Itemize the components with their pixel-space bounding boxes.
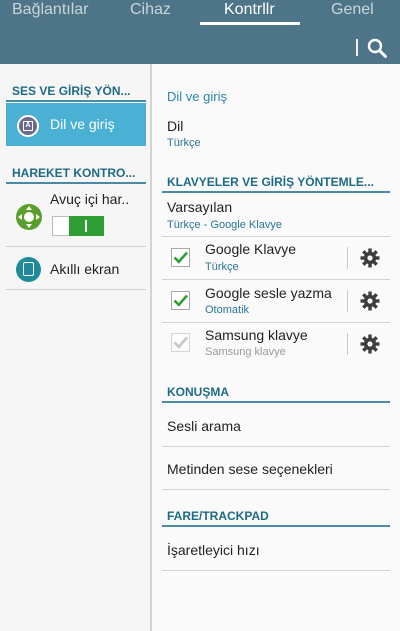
voice-search-label: Sesli arama <box>167 418 241 434</box>
smart-screen-icon <box>16 257 41 282</box>
keyboard-checkbox-google[interactable] <box>171 248 190 267</box>
top-tab-bar: Bağlantılar Cihaz Kontrllr Genel <box>0 0 400 64</box>
gear-icon <box>360 334 380 354</box>
tab-controls[interactable]: Kontrllr <box>224 1 275 19</box>
palm-motion-icon <box>16 204 42 230</box>
pointer-speed-label: İşaretleyici hızı <box>167 542 260 558</box>
toggle-off-side <box>52 216 70 236</box>
language-value: Türkçe <box>167 137 201 149</box>
sidebar-item-language-input[interactable]: A Dil ve giriş <box>6 103 146 146</box>
section-header-motion-control: HAREKET KONTRO... <box>12 166 136 180</box>
keyboard-settings-button[interactable] <box>360 248 380 268</box>
page-title: Dil ve giriş <box>167 89 227 104</box>
keyboard-checkbox-google-voice[interactable] <box>171 291 190 310</box>
keyboard-title: Google sesle yazma <box>205 285 332 301</box>
tab-device[interactable]: Cihaz <box>130 1 171 19</box>
checkmark-icon <box>173 251 188 264</box>
keyboard-settings-button[interactable] <box>360 334 380 354</box>
language-title: Dil <box>167 118 184 134</box>
sidebar-item-label: Avuç içi har.. <box>50 191 130 207</box>
tab-connections[interactable]: Bağlantılar <box>12 1 89 19</box>
keyboard-title: Google Klavye <box>205 241 297 257</box>
keyboard-subtitle: Samsung klavye <box>205 346 286 358</box>
tts-options-label: Metinden sese seçenekleri <box>167 461 333 477</box>
checkmark-icon <box>173 294 188 307</box>
section-header-underline <box>162 401 390 403</box>
keyboard-subtitle: Türkçe <box>205 261 239 273</box>
list-divider <box>162 570 390 571</box>
section-header-keyboards: KLAVYELER VE GİRİŞ YÖNTEMLE... <box>167 175 374 189</box>
list-divider <box>162 489 390 490</box>
checkmark-icon <box>173 336 188 349</box>
search-icon <box>367 38 387 58</box>
default-keyboard-title: Varsayılan <box>167 199 233 215</box>
section-header-speech: KONUŞMA <box>167 385 229 399</box>
gear-icon <box>360 248 380 268</box>
sidebar-item-label: Dil ve giriş <box>50 116 115 132</box>
keyboard-checkbox-samsung[interactable] <box>171 333 190 352</box>
section-header-underline <box>162 525 390 527</box>
language-input-icon: A <box>17 115 39 137</box>
keyboard-settings-button[interactable] <box>360 291 380 311</box>
sidebar-item-label: Akıllı ekran <box>50 261 120 277</box>
toolbar-divider <box>356 39 358 56</box>
toggle-on-side <box>69 216 104 236</box>
palm-motion-toggle[interactable] <box>52 216 104 236</box>
list-divider <box>6 289 146 290</box>
search-button[interactable] <box>366 37 390 59</box>
keyboard-title: Samsung klavye <box>205 327 308 343</box>
section-header-sound-input: SES VE GİRİŞ YÖN... <box>12 84 131 98</box>
row-separator <box>347 247 348 269</box>
tab-strip: Bağlantılar Cihaz Kontrllr Genel <box>0 0 400 24</box>
default-keyboard-value: Türkçe - Google Klavye <box>167 219 282 231</box>
section-header-underline <box>162 191 390 193</box>
gear-icon <box>360 291 380 311</box>
active-tab-indicator <box>200 22 300 25</box>
keyboard-subtitle: Otomatik <box>205 304 250 316</box>
category-panel <box>0 64 150 631</box>
row-separator <box>347 333 348 355</box>
section-header-mouse-trackpad: FARE/TRACKPAD <box>167 509 269 523</box>
language-setting-row[interactable] <box>162 112 390 160</box>
section-header-underline <box>6 100 146 102</box>
tab-general[interactable]: Genel <box>331 1 374 19</box>
row-separator <box>347 290 348 312</box>
